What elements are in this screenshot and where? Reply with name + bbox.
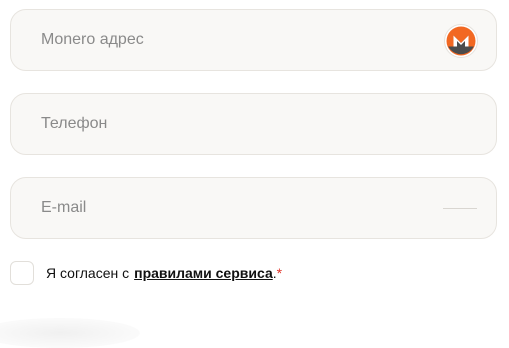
- required-mark: *: [276, 265, 283, 281]
- phone-field[interactable]: [10, 93, 497, 155]
- monero-logo-icon: [444, 24, 478, 58]
- phone-input[interactable]: [11, 94, 496, 154]
- decorative-shadow: [0, 318, 140, 348]
- monero-address-field[interactable]: [10, 9, 497, 71]
- monero-address-input[interactable]: [11, 10, 496, 70]
- email-field[interactable]: [10, 177, 497, 239]
- email-input[interactable]: [11, 178, 496, 238]
- agreement-row: Я согласен с правилами сервиса . *: [10, 260, 282, 286]
- terms-link[interactable]: правилами сервиса: [134, 265, 273, 281]
- agreement-prefix: Я согласен с: [46, 265, 130, 281]
- agreement-checkbox[interactable]: [10, 261, 34, 285]
- email-field-divider: [443, 208, 477, 209]
